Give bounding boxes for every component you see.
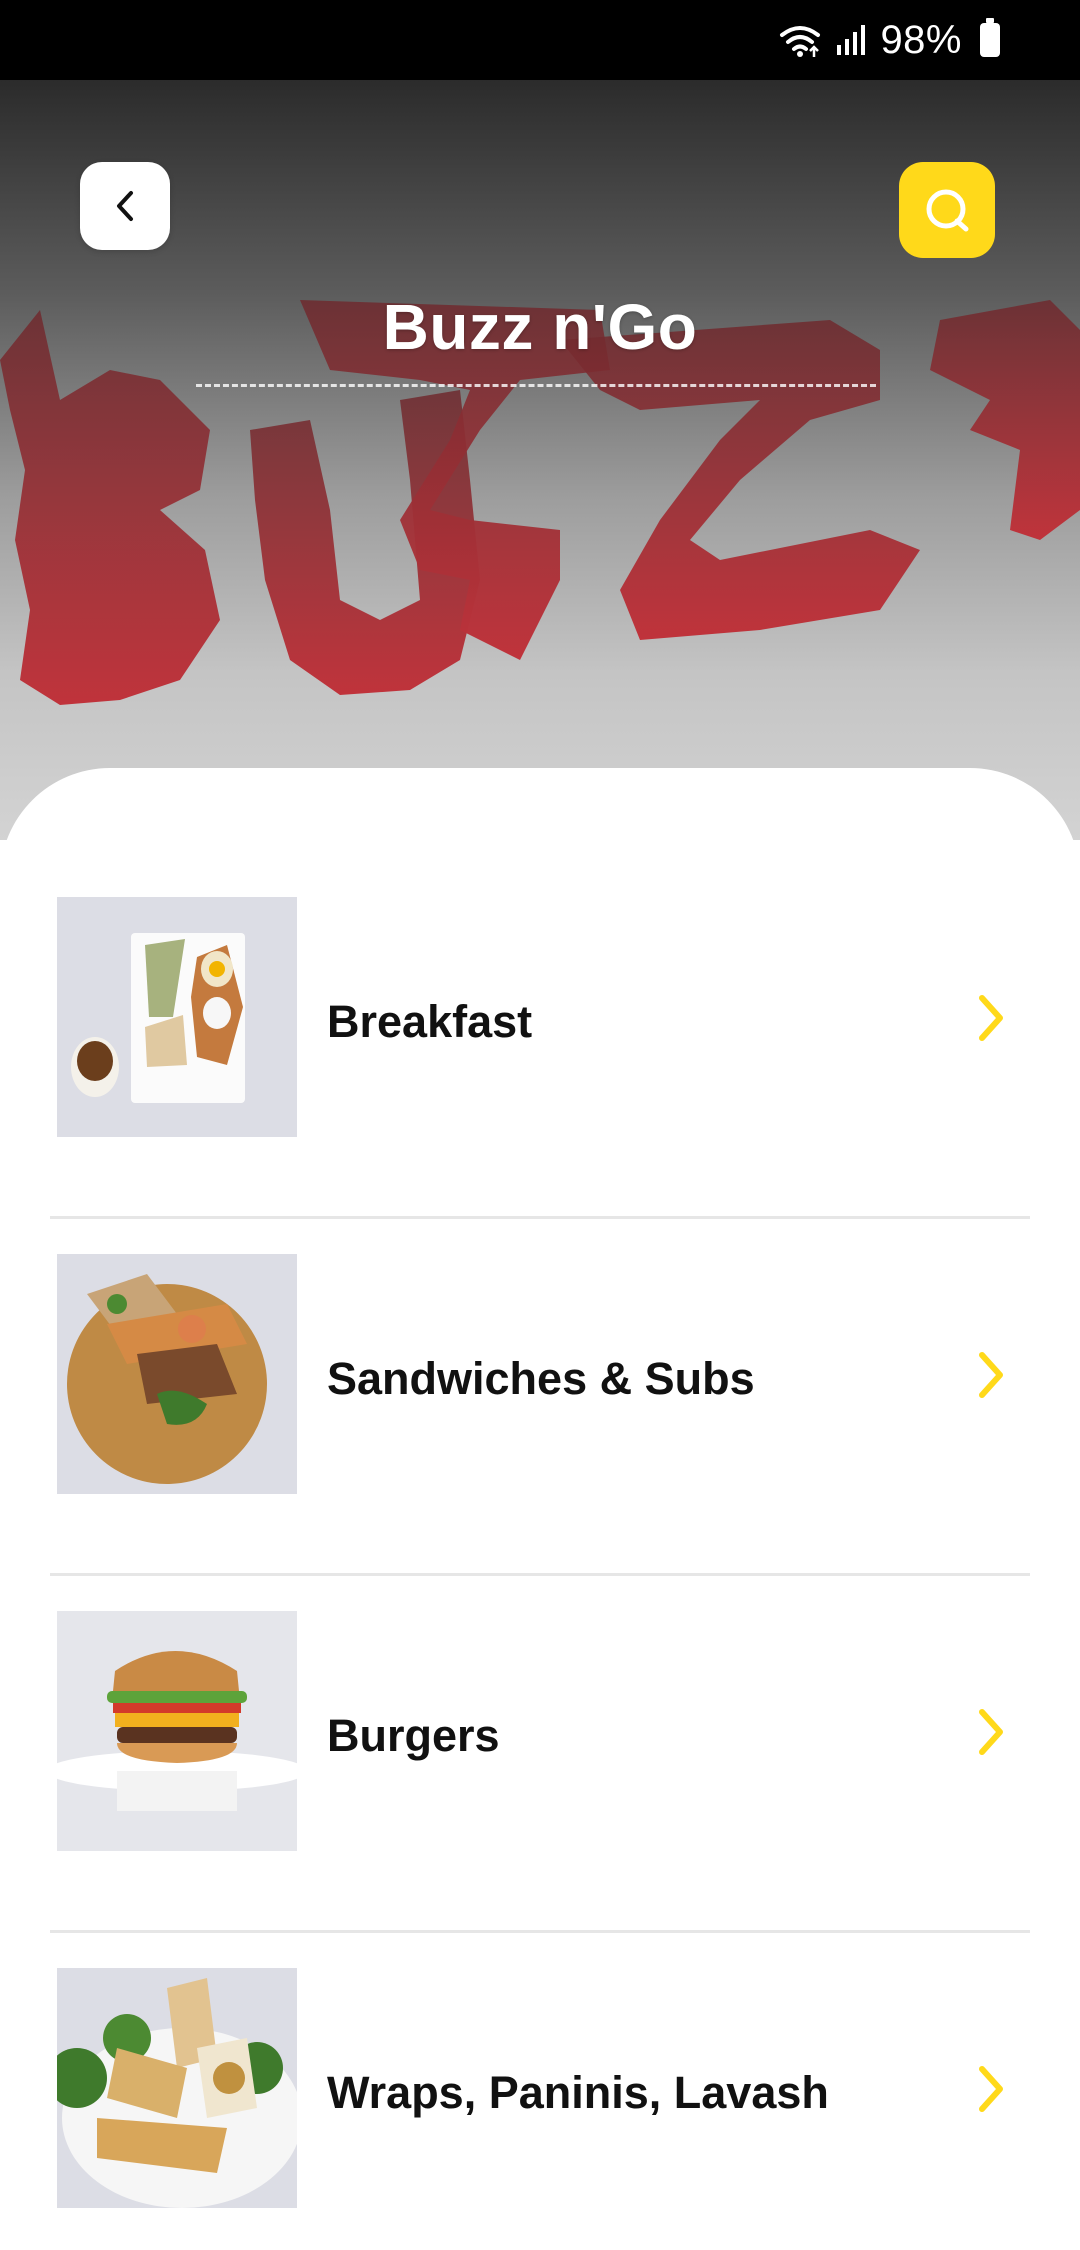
restaurant-title: Buzz n'Go — [382, 291, 698, 363]
category-label: Sandwiches & Subs — [327, 1353, 755, 1404]
category-label: Breakfast — [327, 996, 533, 1047]
wraps-image — [57, 1968, 297, 2208]
search-icon — [926, 189, 969, 232]
status-indicators: 98% — [778, 0, 1000, 80]
chevron-right-icon — [979, 1352, 1003, 1398]
category-row-wraps-paninis-lavash[interactable]: Wraps, Paninis, Lavash — [50, 1933, 1030, 2250]
breakfast-image — [57, 897, 297, 1137]
chevron-right-icon — [979, 995, 1003, 1041]
buzz-logo-art — [0, 300, 1080, 705]
signal-icon — [837, 25, 866, 55]
category-row-breakfast[interactable]: Breakfast — [50, 862, 1030, 1219]
burgers-image — [57, 1611, 297, 1851]
restaurant-hero: Buzz n'Go — [0, 80, 1080, 840]
sandwiches-image — [57, 1254, 297, 1494]
chevron-right-icon — [979, 2066, 1003, 2112]
category-label: Burgers — [327, 1710, 500, 1761]
menu-category-list: Breakfast Sandwiches & Subs Burgers Wrap… — [0, 768, 1080, 2250]
wifi-icon — [780, 26, 821, 57]
category-label: Wraps, Paninis, Lavash — [327, 2067, 829, 2118]
status-bar: 98% — [0, 0, 1080, 80]
category-row-burgers[interactable]: Burgers — [50, 1576, 1030, 1933]
title-divider — [196, 384, 876, 387]
chevron-left-icon — [117, 191, 133, 221]
back-button[interactable] — [80, 162, 170, 250]
category-row-sandwiches-subs[interactable]: Sandwiches & Subs — [50, 1219, 1030, 1576]
chevron-right-icon — [979, 1709, 1003, 1755]
battery-percent: 98% — [880, 17, 962, 62]
search-button[interactable] — [899, 162, 995, 258]
battery-icon — [980, 18, 1000, 57]
